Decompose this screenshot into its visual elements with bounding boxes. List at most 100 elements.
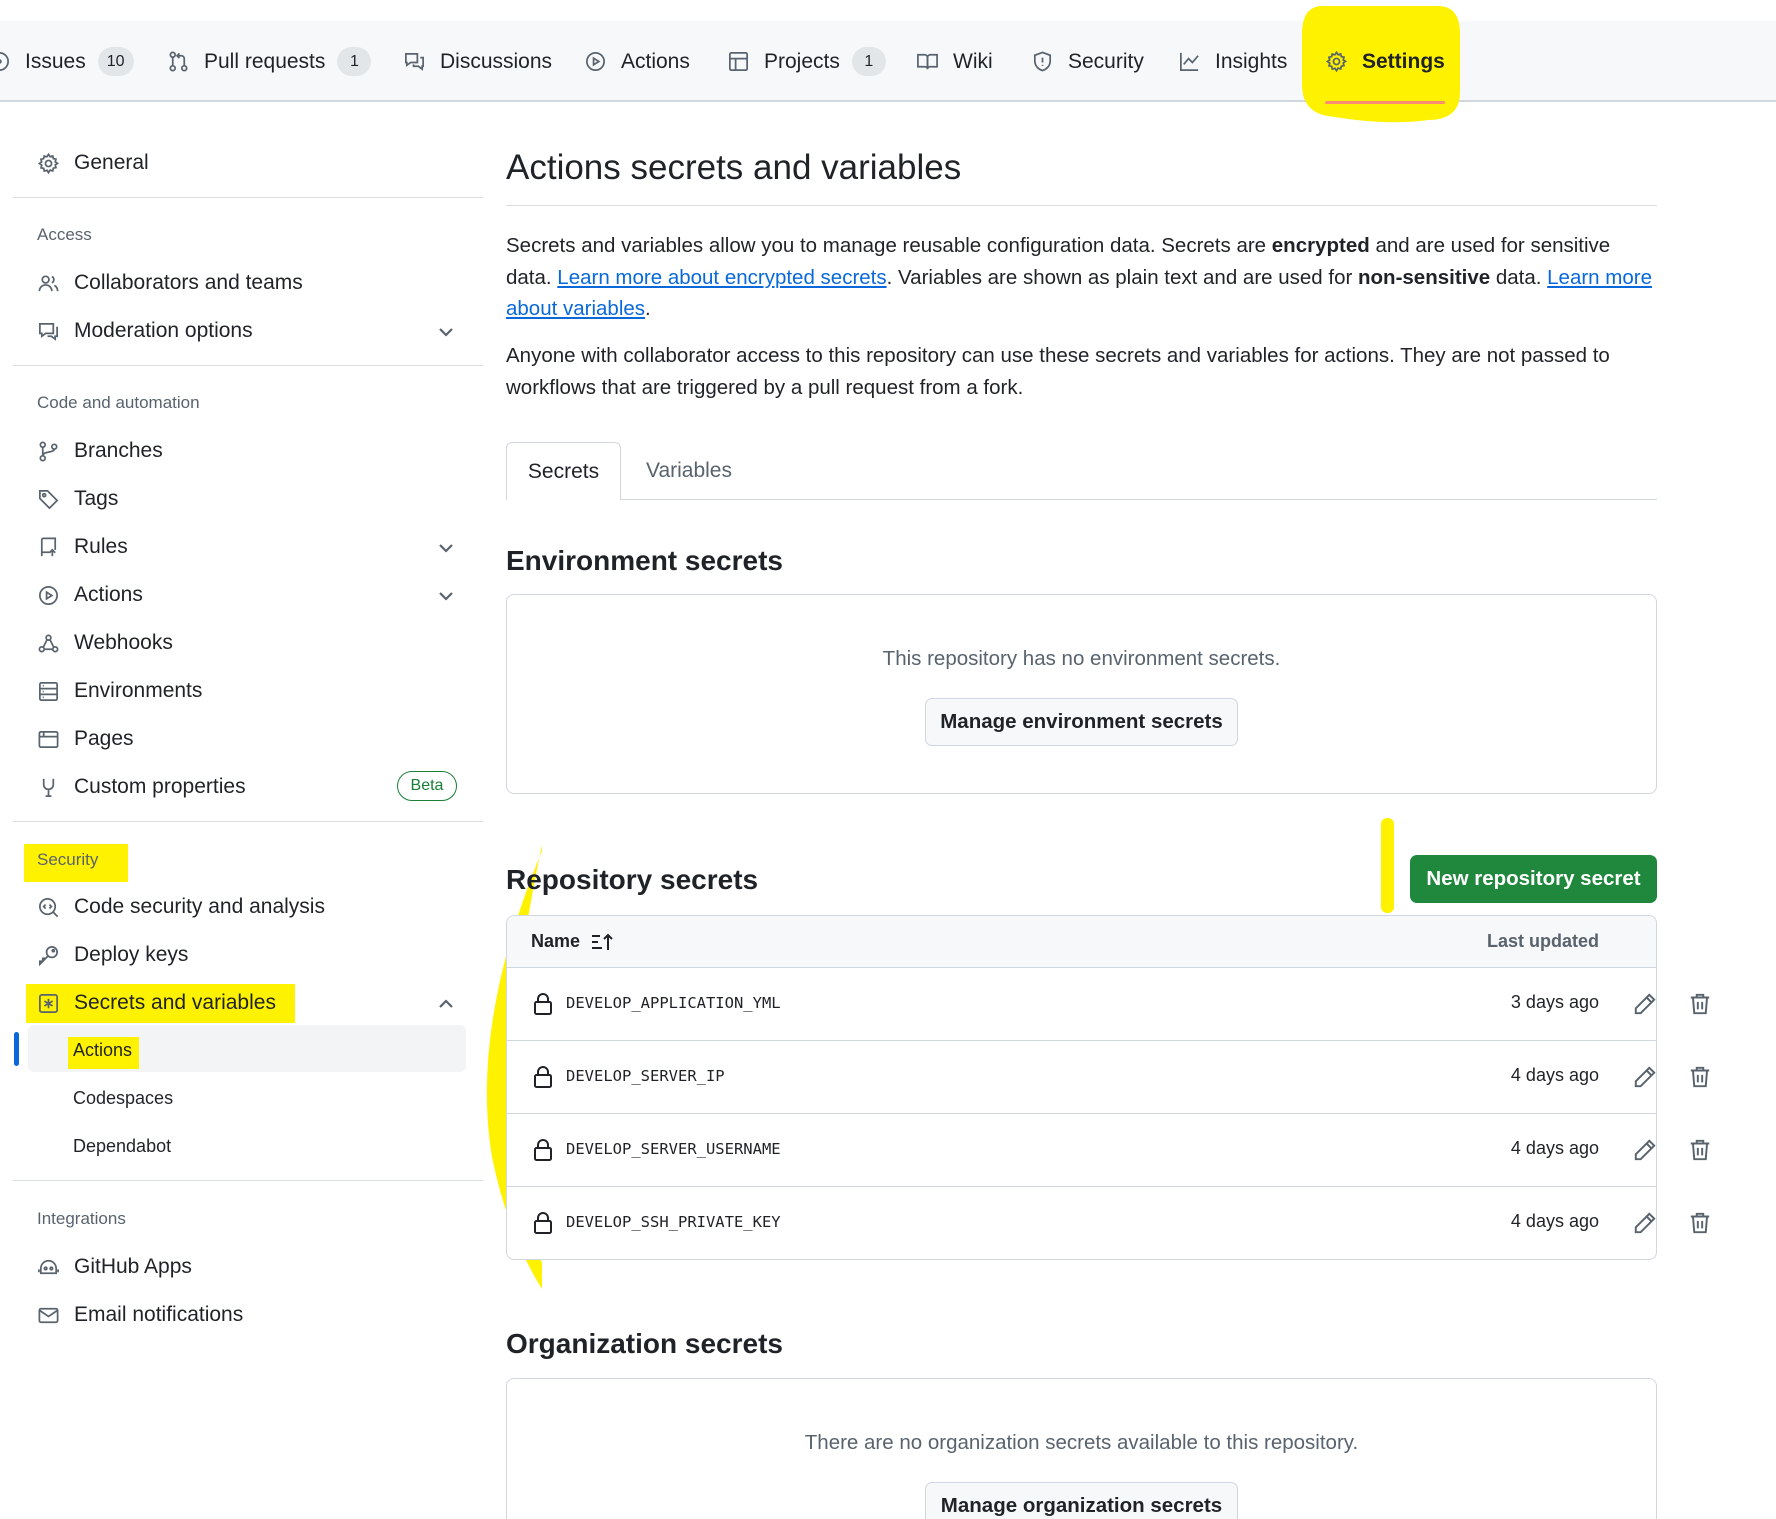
sidebar-item-label: Deploy keys <box>74 943 189 966</box>
sidebar-item-rules[interactable]: Rules <box>37 530 128 564</box>
tab-settings[interactable]: Settings <box>1325 21 1445 104</box>
trash-icon[interactable] <box>1687 1064 1713 1090</box>
tab-insights[interactable]: Insights <box>1178 21 1287 102</box>
table-icon <box>729 52 748 71</box>
tab-actions[interactable]: Actions <box>584 21 690 102</box>
sidebar-subitem-actions[interactable]: Actions <box>73 1040 132 1061</box>
tab-discussions[interactable]: Discussions <box>403 21 552 102</box>
organization-secrets-box: There are no organization secrets availa… <box>506 1378 1657 1519</box>
chevron-down-icon[interactable] <box>436 322 456 342</box>
tab-variables[interactable]: Variables <box>646 442 732 500</box>
pull-request-icon <box>169 51 188 72</box>
repo-nav: Issues 10 Pull requests 1 Discussions Ac… <box>0 6 1776 123</box>
learn-more-secrets-link[interactable]: Learn more about encrypted secrets <box>557 266 886 289</box>
sidebar-item-tags[interactable]: Tags <box>37 482 118 516</box>
codescan-icon <box>39 897 59 917</box>
pencil-icon[interactable] <box>1632 991 1658 1017</box>
trash-icon[interactable] <box>1687 991 1713 1017</box>
tab-projects-label: Projects <box>764 49 840 73</box>
mail-icon <box>38 1307 59 1323</box>
sidebar-divider <box>13 821 483 822</box>
table-row: DEVELOP_SERVER_USERNAME 4 days ago <box>507 1114 1710 1187</box>
chevron-up-icon[interactable] <box>436 994 456 1014</box>
sidebar-heading-code-automation: Code and automation <box>37 393 200 412</box>
tab-pull-requests-label: Pull requests <box>204 49 326 73</box>
branch-icon <box>39 441 58 461</box>
sidebar-item-label: General <box>74 151 149 174</box>
trash-icon[interactable] <box>1687 1137 1713 1163</box>
sidebar-item-collaborators[interactable]: Collaborators and teams <box>37 266 303 300</box>
lock-icon <box>533 1211 553 1235</box>
repo-push-icon <box>40 537 57 556</box>
repository-secrets-table: Name Last updated DEVELOP_APPLICATION_YM… <box>506 915 1710 1260</box>
access-note: Anyone with collaborator access to this … <box>506 344 1610 399</box>
gear-icon <box>1325 50 1348 73</box>
column-name[interactable]: Name <box>531 931 614 952</box>
manage-environment-secrets-button[interactable]: Manage environment secrets <box>925 698 1238 746</box>
chevron-down-icon[interactable] <box>436 586 456 606</box>
sidebar-item-environments[interactable]: Environments <box>37 674 202 708</box>
sidebar-item-label: Collaborators and teams <box>74 271 303 294</box>
key-icon <box>39 945 58 966</box>
note-icon <box>42 778 55 797</box>
asterisk-box-icon <box>39 993 58 1013</box>
sidebar-item-general[interactable]: General <box>37 146 149 180</box>
sidebar-subitem-codespaces[interactable]: Codespaces <box>73 1088 173 1109</box>
environment-secrets-box: This repository has no environment secre… <box>506 594 1657 794</box>
tab-projects[interactable]: Projects 1 <box>727 21 886 102</box>
tab-wiki-label: Wiki <box>953 49 993 73</box>
sidebar-item-secrets-and-variables[interactable]: Secrets and variables <box>37 986 276 1020</box>
organization-empty-text: There are no organization secrets availa… <box>804 1431 1359 1454</box>
secret-name: DEVELOP_APPLICATION_YML <box>566 994 781 1012</box>
title-divider <box>506 205 1657 206</box>
sidebar-item-branches[interactable]: Branches <box>37 434 163 468</box>
sidebar-item-label: Branches <box>74 439 163 462</box>
sidebar-item-label: Environments <box>74 679 203 702</box>
sidebar-item-webhooks[interactable]: Webhooks <box>37 626 173 660</box>
tab-issues-label: Issues <box>25 49 86 73</box>
sidebar-item-email-notifications[interactable]: Email notifications <box>37 1298 243 1332</box>
secret-updated: 4 days ago <box>1510 1138 1599 1158</box>
sidebar-item-label: Custom properties <box>74 775 246 798</box>
tab-wiki[interactable]: Wiki <box>916 21 993 102</box>
sidebar-item-label: Code security and analysis <box>74 895 325 918</box>
trash-icon[interactable] <box>1687 1210 1713 1236</box>
sidebar-item-custom-properties[interactable]: Custom properties <box>37 770 246 804</box>
sidebar-item-moderation[interactable]: Moderation options <box>37 314 253 348</box>
organization-secrets-heading: Organization secrets <box>506 1328 783 1359</box>
gear-icon <box>37 152 60 174</box>
sidebar-subitem-dependabot[interactable]: Dependabot <box>73 1136 171 1157</box>
manage-organization-secrets-button[interactable]: Manage organization secrets <box>925 1482 1238 1519</box>
tab-security[interactable]: Security <box>1031 21 1144 102</box>
tab-discussions-label: Discussions <box>440 49 553 73</box>
new-repository-secret-button[interactable]: New repository secret <box>1410 855 1657 903</box>
pencil-icon[interactable] <box>1632 1210 1658 1236</box>
column-last-updated: Last updated <box>1486 931 1599 951</box>
sidebar-item-label: GitHub Apps <box>74 1255 192 1278</box>
sidebar-item-github-apps[interactable]: GitHub Apps <box>37 1250 192 1284</box>
pencil-icon[interactable] <box>1632 1137 1658 1163</box>
secret-updated: 4 days ago <box>1510 1211 1599 1231</box>
selected-tab-underline <box>1325 101 1445 104</box>
pencil-icon[interactable] <box>1632 1064 1658 1090</box>
sidebar-divider <box>13 1180 483 1181</box>
apps-icon <box>38 1259 59 1274</box>
environment-empty-text: This repository has no environment secre… <box>882 647 1281 670</box>
sort-ascending-icon <box>592 933 613 950</box>
chevron-down-icon[interactable] <box>436 538 456 558</box>
webhook-icon <box>38 633 59 653</box>
tab-issues[interactable]: Issues 10 <box>0 21 134 102</box>
sidebar-item-deploy-keys[interactable]: Deploy keys <box>37 938 188 972</box>
column-name-label: Name <box>531 931 581 951</box>
sidebar-heading-integrations: Integrations <box>37 1209 126 1228</box>
tab-secrets[interactable]: Secrets <box>506 442 621 500</box>
sidebar-divider <box>13 365 483 366</box>
issue-icon <box>0 52 9 71</box>
sidebar-item-actions[interactable]: Actions <box>37 578 143 612</box>
tab-pull-requests[interactable]: Pull requests 1 <box>167 21 372 102</box>
intro-paragraph: Secrets and variables allow you to manag… <box>506 234 1652 320</box>
sidebar-item-pages[interactable]: Pages <box>37 722 134 756</box>
sidebar-item-code-security[interactable]: Code security and analysis <box>37 890 325 924</box>
sidebar-heading-security: Security <box>37 850 99 869</box>
tab-insights-label: Insights <box>1215 49 1288 73</box>
